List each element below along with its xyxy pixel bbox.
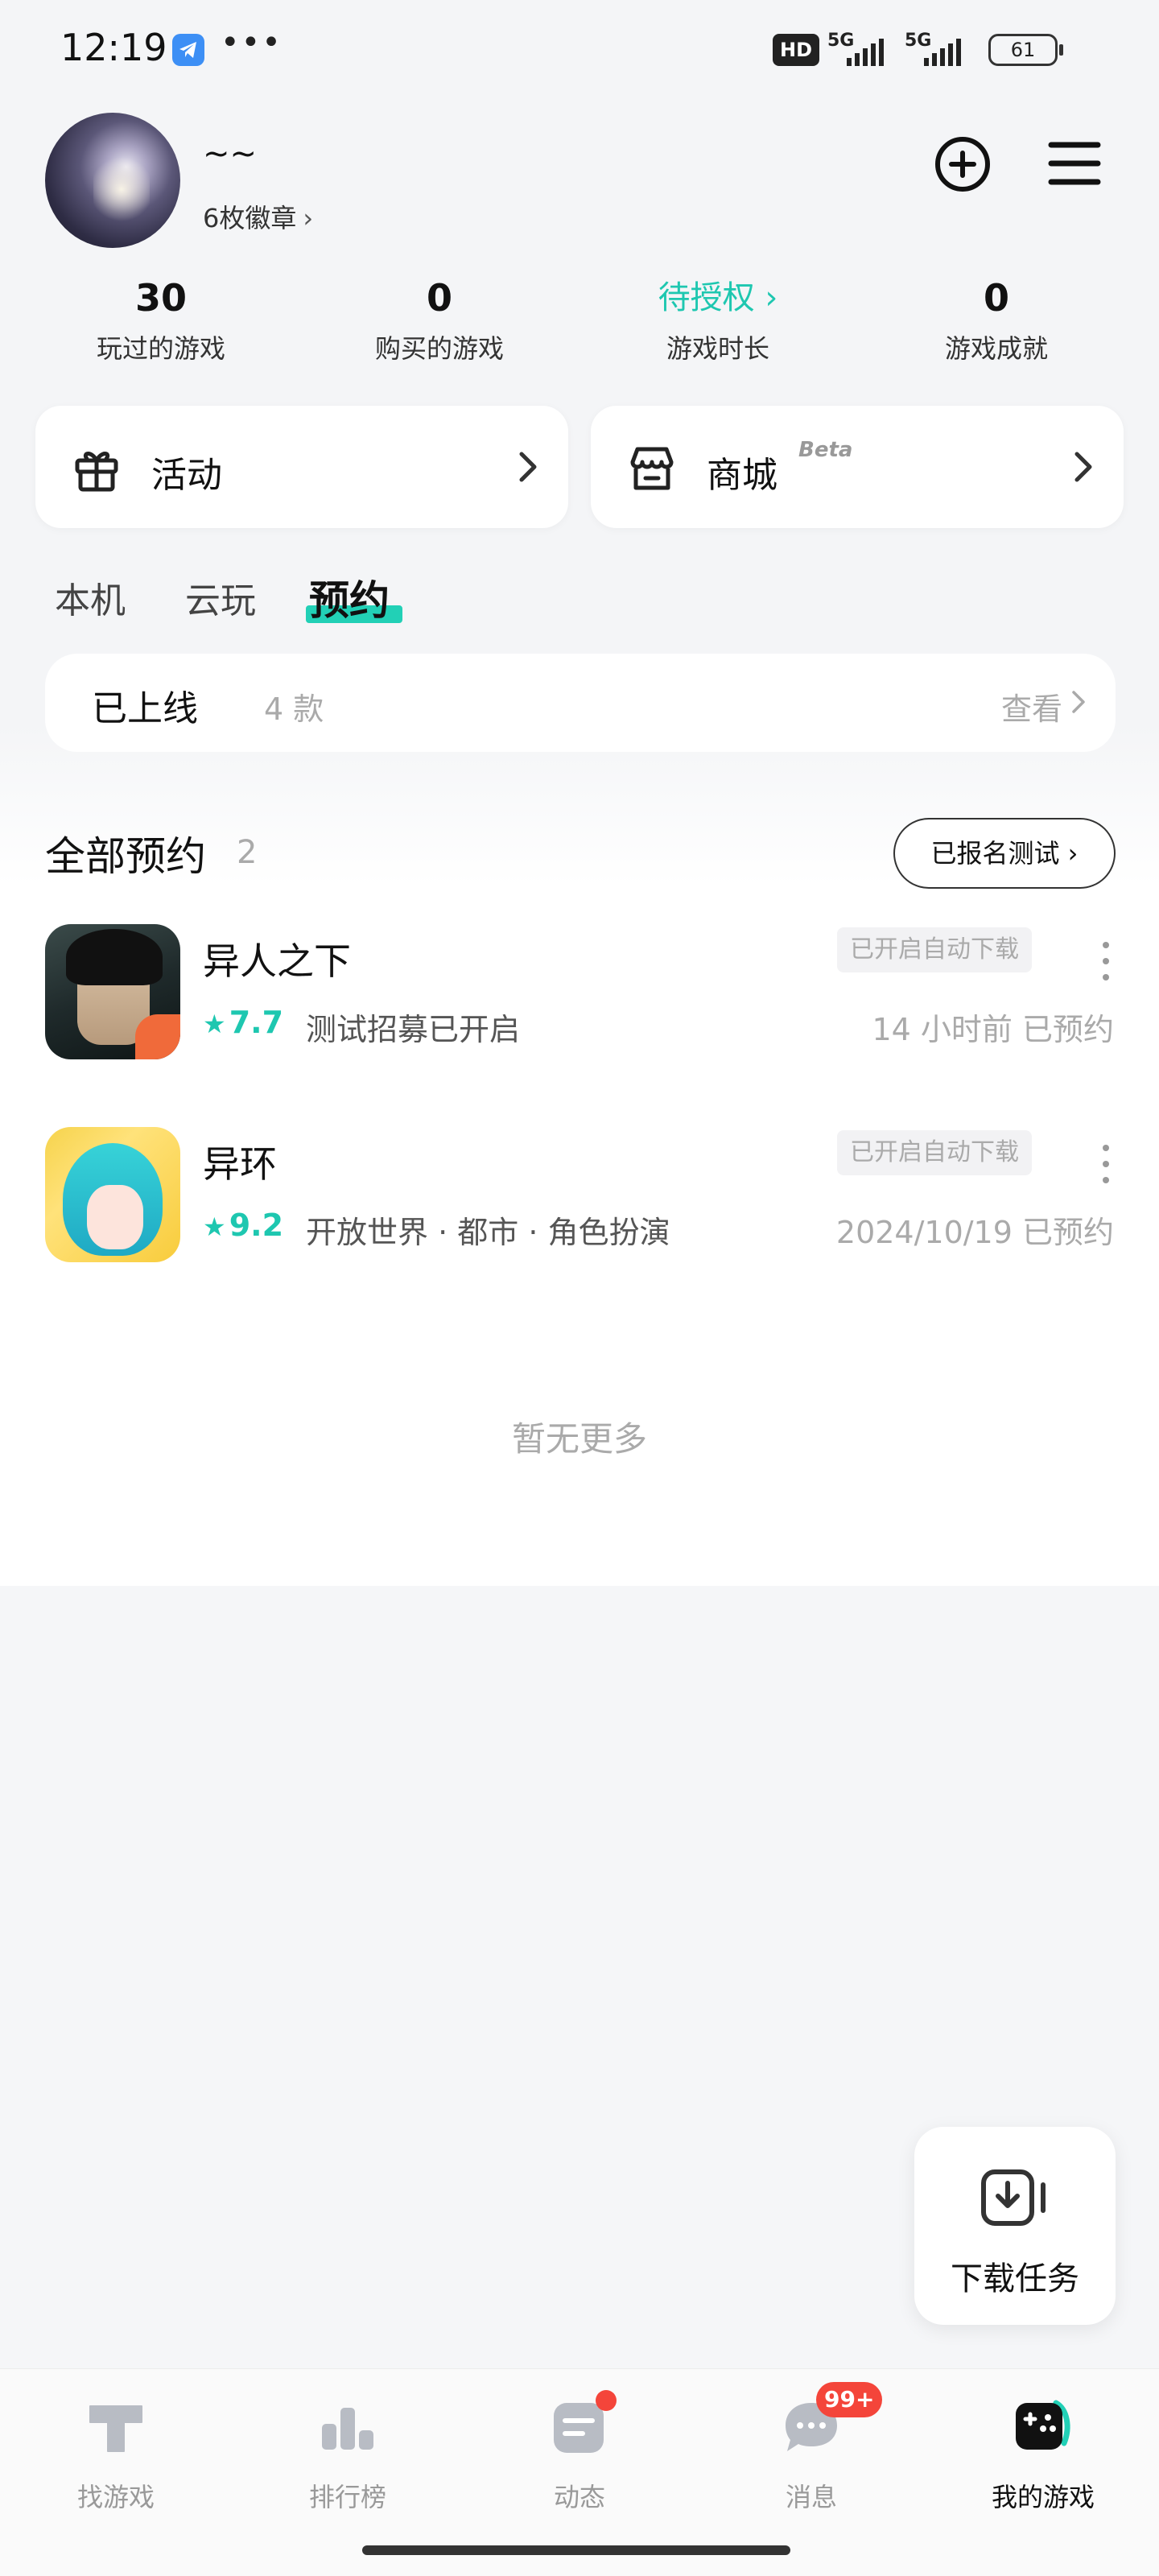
nav-ranking[interactable]: 排行榜 [232, 2395, 464, 2514]
status-indicators: HD 5G 5G 61 [773, 31, 1095, 71]
hd-voice-icon: HD [773, 34, 819, 66]
nav-label: 排行榜 [308, 2482, 386, 2512]
view-link[interactable]: 查看 [1001, 684, 1062, 729]
nav-label: 消息 [785, 2482, 837, 2512]
stat-label: 游戏时长 [666, 333, 769, 364]
beta-badge: Beta [798, 438, 853, 462]
more-options-icon[interactable] [1095, 937, 1119, 985]
message-icon: 99+ [779, 2382, 883, 2459]
page: 12:19 ••• HD 5G 5G 61 ~~ 6枚徽章 › 30 玩过的游戏… [0, 0, 1159, 2576]
store-icon [626, 443, 678, 494]
chevron-right-icon [1069, 689, 1087, 715]
unread-badge: 99+ [816, 2382, 883, 2417]
section-title: 全部预约 [45, 833, 206, 880]
reservation-time: 2024/10/19 已预约 [835, 1215, 1114, 1250]
rating-value: 9.2 [229, 1208, 284, 1243]
no-more-text: 暂无更多 [511, 1419, 647, 1459]
star-icon: ★ [203, 1212, 226, 1242]
signal-icon-2: 5G [905, 31, 961, 68]
badges-label: 6枚徽章 [203, 203, 297, 233]
online-title: 已上线 [92, 688, 198, 729]
stat-value: 0 [983, 276, 1009, 320]
add-circle-icon[interactable] [934, 135, 992, 193]
my-games-icon [1011, 2395, 1075, 2459]
download-icon [979, 2167, 1051, 2228]
registered-tests-button[interactable]: 已报名测试 › [893, 818, 1116, 889]
rating-value: 7.7 [229, 1005, 284, 1040]
nav-label: 找游戏 [76, 2482, 155, 2512]
list-item[interactable]: 异环 ★ 9.2 开放世界 · 都市 · 角色扮演 已开启自动下载 2024/10… [0, 1127, 1159, 1272]
chevron-right-icon: › [303, 203, 314, 233]
menu-icon[interactable] [1048, 138, 1101, 188]
tab-local[interactable]: 本机 [55, 572, 126, 623]
home-indicator[interactable] [362, 2545, 790, 2555]
find-game-icon [84, 2395, 148, 2459]
stat-label: 游戏成就 [944, 333, 1048, 364]
game-icon[interactable] [45, 1127, 180, 1262]
game-description: 开放世界 · 都市 · 角色扮演 [306, 1215, 670, 1250]
tab-reservations[interactable]: 预约 [309, 568, 390, 626]
status-time: 12:19 [60, 26, 167, 69]
list-item[interactable]: 异人之下 ★ 7.7 测试招募已开启 已开启自动下载 14 小时前 已预约 [0, 924, 1159, 1069]
game-icon[interactable] [45, 924, 180, 1059]
game-rating: ★ 7.7 [203, 1005, 283, 1040]
badges-link[interactable]: 6枚徽章 › [203, 198, 313, 235]
gift-icon [71, 443, 122, 494]
auto-download-tag: 已开启自动下载 [837, 1130, 1032, 1175]
battery-level: 61 [1010, 39, 1036, 61]
stat-label: 购买的游戏 [374, 333, 504, 364]
chevron-right-icon [512, 449, 544, 485]
store-card[interactable]: 商城 Beta [591, 406, 1124, 528]
nav-my-games[interactable]: 我的游戏 [927, 2395, 1159, 2514]
store-label: 商城 [707, 455, 777, 496]
content-background [0, 0, 1159, 1586]
activity-card[interactable]: 活动 [35, 406, 568, 528]
star-icon: ★ [203, 1009, 226, 1039]
game-name: 异环 [203, 1142, 277, 1186]
tab-cloud[interactable]: 云玩 [185, 572, 256, 623]
nav-label: 我的游戏 [991, 2482, 1095, 2512]
online-count: 4 款 [264, 691, 324, 727]
stat-value: 30 [134, 276, 187, 320]
activity-label: 活动 [151, 455, 222, 496]
stats-row: 30 玩过的游戏 0 购买的游戏 待授权 › 游戏时长 0 游戏成就 [0, 274, 1159, 370]
nav-label: 动态 [553, 2482, 605, 2512]
stat-value-authorize: 待授权 › [658, 279, 778, 316]
download-task-button[interactable]: 下载任务 [914, 2127, 1116, 2325]
avatar[interactable] [45, 113, 180, 248]
reservation-time: 14 小时前 已预约 [872, 1012, 1114, 1047]
auto-download-tag: 已开启自动下载 [837, 927, 1032, 972]
stat-achievements[interactable]: 0 游戏成就 [860, 274, 1133, 365]
ranking-icon [316, 2395, 380, 2459]
nav-messages[interactable]: 99+ 消息 [695, 2382, 927, 2514]
stat-playtime[interactable]: 待授权 › 游戏时长 [581, 274, 855, 365]
section-count: 2 [237, 834, 258, 871]
more-notifications-icon: ••• [221, 24, 283, 61]
stat-purchased[interactable]: 0 购买的游戏 [303, 274, 576, 365]
download-task-label: 下载任务 [951, 2260, 1079, 2297]
game-description: 测试招募已开启 [306, 1012, 521, 1047]
user-name[interactable]: ~~ [203, 135, 257, 172]
feed-icon [547, 2390, 617, 2459]
nav-feed[interactable]: 动态 [464, 2390, 695, 2514]
stat-value: 0 [426, 276, 452, 320]
signal-icon: 5G [827, 31, 884, 68]
game-rating: ★ 9.2 [203, 1208, 283, 1243]
battery-icon: 61 [988, 34, 1063, 66]
nav-find-game[interactable]: 找游戏 [0, 2395, 232, 2514]
game-name: 异人之下 [203, 939, 351, 983]
status-bar: 12:19 ••• HD 5G 5G 61 [0, 0, 1159, 101]
stat-label: 玩过的游戏 [96, 333, 225, 364]
chevron-right-icon [1067, 449, 1099, 485]
stat-played[interactable]: 30 玩过的游戏 [24, 274, 298, 365]
telegram-icon [172, 34, 204, 66]
notification-dot [596, 2390, 617, 2411]
more-options-icon[interactable] [1095, 1140, 1119, 1188]
online-games-bar[interactable]: 已上线 4 款 查看 [45, 654, 1116, 752]
